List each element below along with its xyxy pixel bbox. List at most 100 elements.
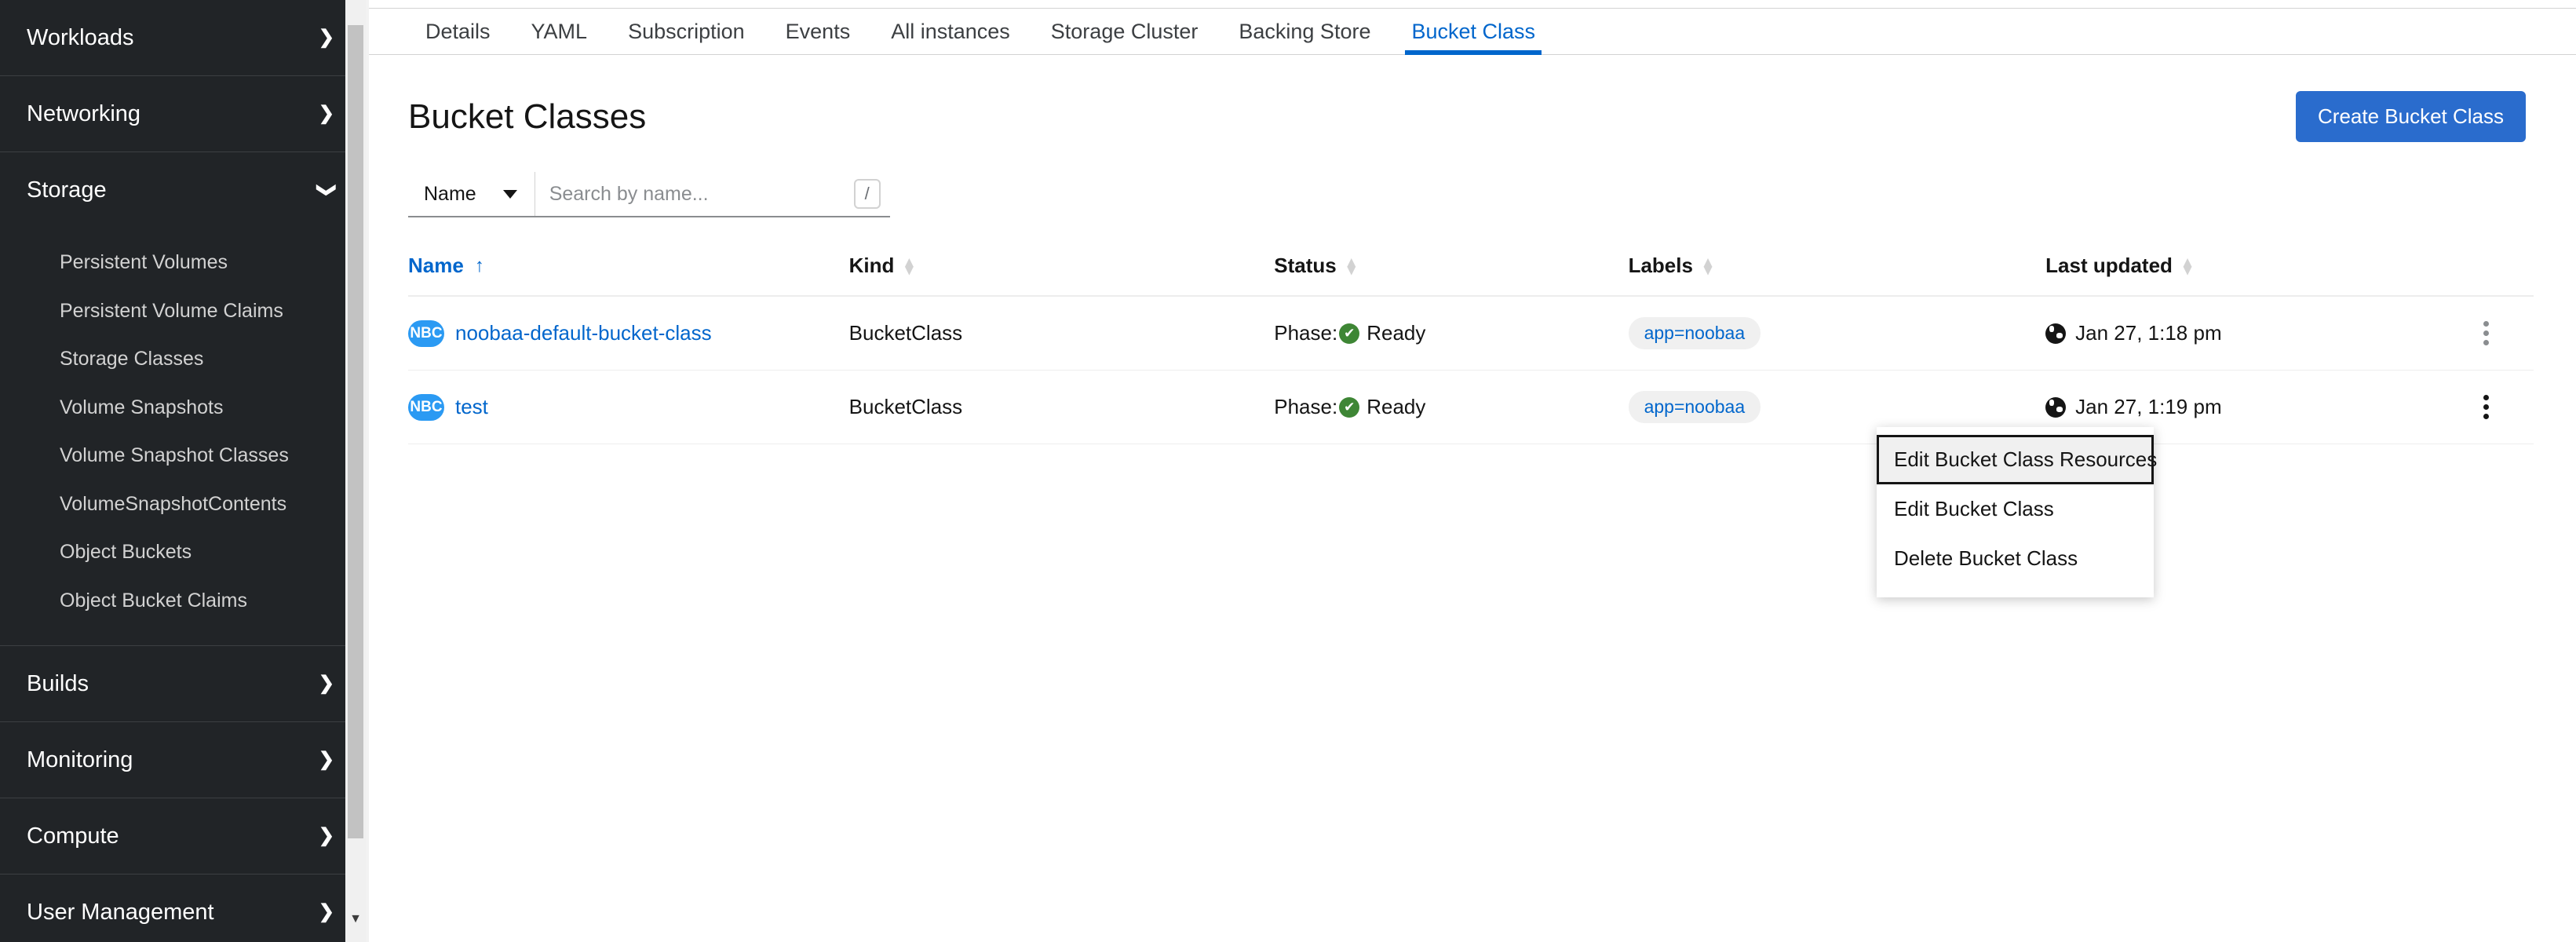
cell-name: NBC noobaa-default-bucket-class <box>408 296 849 371</box>
check-circle-icon: ✔ <box>1339 323 1360 344</box>
bucket-class-link[interactable]: test <box>455 395 488 419</box>
cell-last-updated: Jan 27, 1:18 pm <box>2045 296 2439 371</box>
timestamp: Jan 27, 1:18 pm <box>2075 321 2222 345</box>
sidebar-item-builds[interactable]: Builds ❯ <box>0 646 366 721</box>
nav-group-builds: Builds ❯ <box>0 646 366 722</box>
table-head: Name ↑ Kind ▴ ▾ Status ▴ ▾ Labels ▴ ▾ La… <box>408 254 2534 297</box>
create-bucket-class-button[interactable]: Create Bucket Class <box>2296 91 2526 142</box>
row-actions-kebab-icon[interactable] <box>2439 395 2534 419</box>
status-prefix: Phase: <box>1274 321 1338 345</box>
chevron-down-icon: ❯ <box>316 181 338 199</box>
tab-label: Subscription <box>628 19 745 43</box>
cell-kind: BucketClass <box>848 370 1275 444</box>
bucket-class-badge-icon: NBC <box>408 319 444 347</box>
sidebar-item-persistent-volume-claims[interactable]: Persistent Volume Claims <box>0 287 366 336</box>
chevron-right-icon: ❯ <box>318 901 334 922</box>
cell-status: Phase: ✔ Ready <box>1274 296 1629 371</box>
bucket-class-link[interactable]: noobaa-default-bucket-class <box>455 321 712 345</box>
sort-icon: ▴ ▾ <box>2183 254 2195 279</box>
tab-label: Events <box>785 19 851 43</box>
globe-icon <box>2045 323 2067 344</box>
table-row[interactable]: NBC test BucketClass Phase: ✔ Ready app=… <box>408 370 2534 444</box>
sidebar-item-persistent-volumes[interactable]: Persistent Volumes <box>0 239 366 287</box>
page-bottom-edge <box>366 939 2576 942</box>
table-row[interactable]: NBC noobaa-default-bucket-class BucketCl… <box>408 296 2534 371</box>
column-header-name[interactable]: Name ↑ <box>408 254 849 297</box>
primary-navigation-sidebar: Workloads ❯ Networking ❯ Storage ❯ Persi… <box>0 0 366 942</box>
sidebar-item-object-buckets[interactable]: Object Buckets <box>0 528 366 577</box>
sidebar-item-label: Builds <box>27 670 89 696</box>
menu-item-delete-bucket-class[interactable]: Delete Bucket Class <box>1877 534 2154 583</box>
nav-group-user-management: User Management ❯ <box>0 874 366 942</box>
sidebar-item-workloads[interactable]: Workloads ❯ <box>0 0 366 75</box>
tab-label: Backing Store <box>1239 19 1371 43</box>
sidebar-item-volume-snapshots[interactable]: Volume Snapshots <box>0 384 366 433</box>
tab-storage-cluster[interactable]: Storage Cluster <box>1031 9 1219 54</box>
table-header-row: Name ↑ Kind ▴ ▾ Status ▴ ▾ Labels ▴ ▾ La… <box>408 254 2534 297</box>
tab-events[interactable]: Events <box>765 9 871 54</box>
sidebar-item-label: Compute <box>27 823 119 849</box>
search-input[interactable] <box>549 182 876 206</box>
row-actions-kebab-icon[interactable] <box>2439 321 2534 345</box>
sidebar-item-storage-classes[interactable]: Storage Classes <box>0 335 366 384</box>
tab-details[interactable]: Details <box>405 9 511 54</box>
sort-icon: ▴ ▾ <box>1348 254 1359 278</box>
cell-kind: BucketClass <box>848 296 1275 371</box>
sidebar-item-networking[interactable]: Networking ❯ <box>0 76 366 152</box>
bucket-class-badge-icon: NBC <box>408 393 444 421</box>
main-content: Details YAML Subscription Events All ins… <box>366 0 2576 942</box>
scroll-down-arrow-icon[interactable]: ▼ <box>348 909 363 929</box>
tab-label: Details <box>425 19 491 43</box>
tab-all-instances[interactable]: All instances <box>870 9 1031 54</box>
search-shortcut-badge: / <box>853 179 881 209</box>
globe-icon <box>2045 396 2067 418</box>
tab-label: All instances <box>891 19 1010 43</box>
cell-actions <box>2439 370 2534 444</box>
filter-attribute-label: Name <box>424 182 476 205</box>
sidebar-item-storage[interactable]: Storage ❯ <box>0 152 366 228</box>
sidebar-scrollbar-thumb[interactable] <box>348 25 363 838</box>
tab-bucket-class[interactable]: Bucket Class <box>1391 9 1556 55</box>
cell-status: Phase: ✔ Ready <box>1274 370 1629 444</box>
tab-subscription[interactable]: Subscription <box>608 9 765 54</box>
sidebar-item-volumesnapshotcontents[interactable]: VolumeSnapshotContents <box>0 480 366 529</box>
chevron-right-icon: ❯ <box>318 27 334 48</box>
sidebar-item-user-management[interactable]: User Management ❯ <box>0 874 366 942</box>
page-header: Bucket Classes Create Bucket Class <box>366 55 2576 142</box>
search-field-wrapper: / <box>535 172 890 216</box>
column-header-kind[interactable]: Kind ▴ ▾ <box>848 254 1275 297</box>
nav-group-storage: Storage ❯ Persistent Volumes Persistent … <box>0 152 366 646</box>
sort-down-glyph: ▾ <box>2183 261 2191 279</box>
status-prefix: Phase: <box>1274 395 1338 418</box>
row-actions-menu: Edit Bucket Class Resources Edit Bucket … <box>1877 427 2157 597</box>
chevron-right-icon: ❯ <box>318 825 334 846</box>
column-header-label: Last updated <box>2045 254 2173 277</box>
filter-attribute-dropdown[interactable]: Name <box>408 172 535 216</box>
tab-label: Storage Cluster <box>1050 19 1199 43</box>
sort-down-glyph: ▾ <box>905 261 914 279</box>
sidebar-item-label: Workloads <box>27 24 134 50</box>
menu-item-edit-bucket-class-resources[interactable]: Edit Bucket Class Resources <box>1877 435 2157 484</box>
list-toolbar: Name / <box>366 142 2576 217</box>
label-chip[interactable]: app=noobaa <box>1628 317 1761 349</box>
sidebar-item-monitoring[interactable]: Monitoring ❯ <box>0 722 366 798</box>
column-header-labels[interactable]: Labels ▴ ▾ <box>1628 254 2046 297</box>
sidebar-item-volume-snapshot-classes[interactable]: Volume Snapshot Classes <box>0 432 366 480</box>
sort-ascending-icon: ↑ <box>474 254 484 276</box>
caret-down-icon <box>502 189 517 199</box>
column-header-status[interactable]: Status ▴ ▾ <box>1274 254 1629 297</box>
sidebar-item-object-bucket-claims[interactable]: Object Bucket Claims <box>0 577 366 626</box>
sort-icon: ▴ ▾ <box>1704 254 1715 278</box>
tab-yaml[interactable]: YAML <box>511 9 608 54</box>
sidebar-item-label: Networking <box>27 100 141 126</box>
column-header-actions <box>2439 254 2534 297</box>
status-badge: Ready <box>1366 395 1426 418</box>
nav-group-compute: Compute ❯ <box>0 798 366 874</box>
menu-item-edit-bucket-class[interactable]: Edit Bucket Class <box>1877 484 2154 534</box>
column-header-label: Kind <box>848 254 895 277</box>
label-chip[interactable]: app=noobaa <box>1628 391 1761 423</box>
tab-backing-store[interactable]: Backing Store <box>1218 9 1391 54</box>
sidebar-item-compute[interactable]: Compute ❯ <box>0 798 366 874</box>
column-header-label: Status <box>1274 254 1337 277</box>
column-header-last-updated[interactable]: Last updated ▴ ▾ <box>2045 254 2439 297</box>
